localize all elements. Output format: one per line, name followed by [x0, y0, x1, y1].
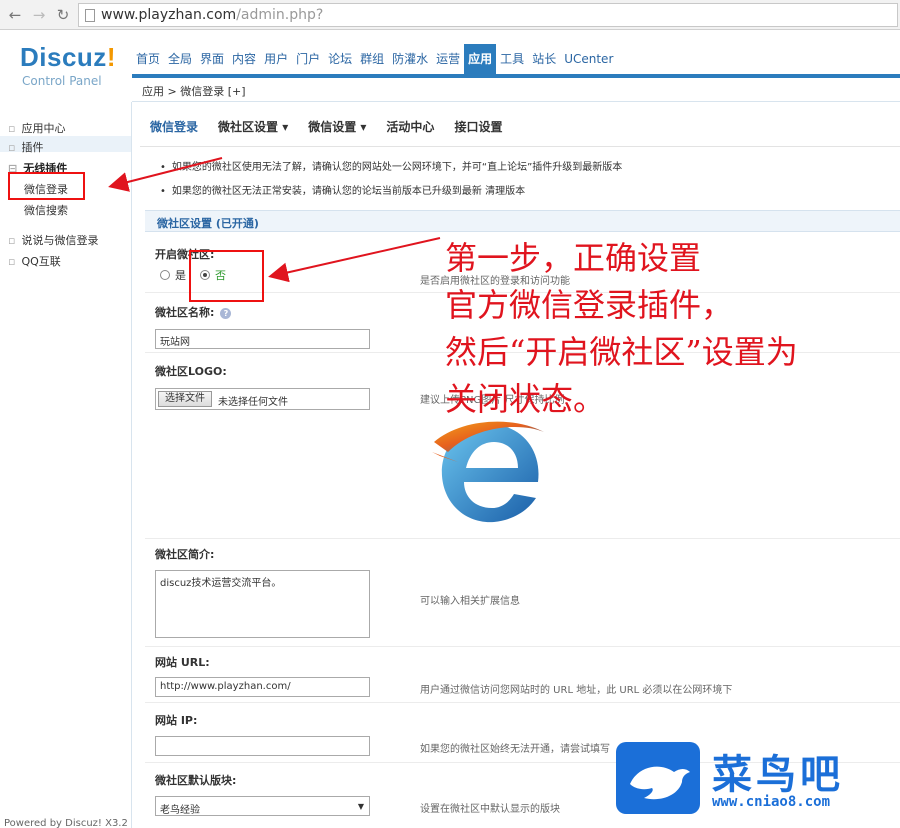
- watermark-name: 菜鸟吧: [712, 751, 844, 798]
- watermark-url: www.cniao8.com: [712, 794, 831, 810]
- watermark-bird-icon: [616, 742, 700, 814]
- arrow-to-sidebar: [108, 157, 223, 192]
- arrow-to-radio: [268, 237, 441, 283]
- page-root: ← → ↻ www.playzhan.com/admin.php? Discuz…: [0, 0, 900, 828]
- instruction-annotation: 第一步，正确设置 官方微信登录插件， 然后“开启微社区”设置为 关闭状态。: [445, 239, 798, 418]
